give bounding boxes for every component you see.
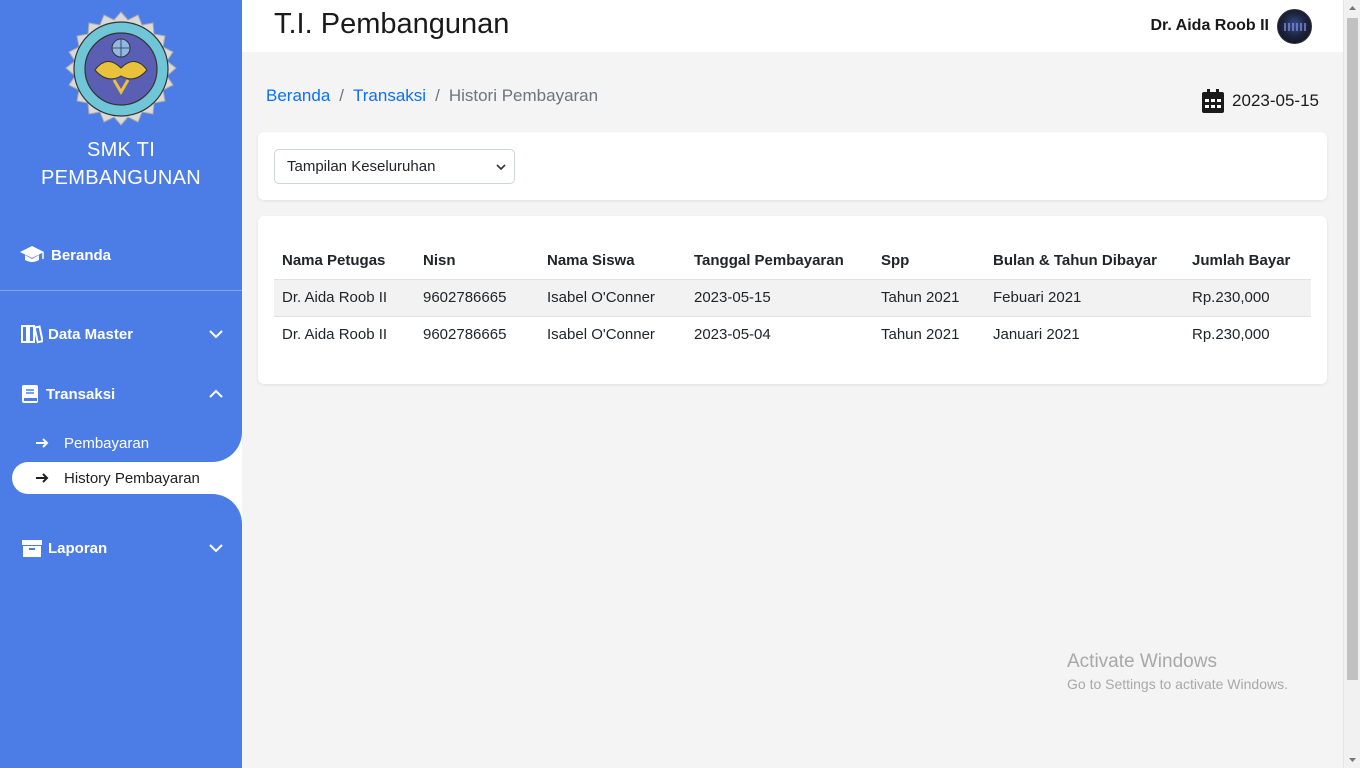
avatar[interactable]	[1277, 9, 1312, 44]
sidebar-item-data-master[interactable]: Data Master	[0, 314, 242, 354]
active-tab-curve-bottom	[212, 494, 242, 524]
payment-history-card: Nama Petugas Nisn Nama Siswa Tanggal Pem…	[258, 216, 1327, 384]
table-cell: Tahun 2021	[873, 279, 985, 317]
calendar-icon	[1202, 89, 1225, 113]
sidebar-subitem-pembayaran[interactable]: Pembayaran	[0, 426, 242, 460]
school-name: SMK TI PEMBANGUNAN	[0, 136, 242, 192]
sidebar-item-transaksi[interactable]: Transaksi	[0, 374, 242, 414]
chevron-down-icon	[209, 544, 223, 553]
school-logo	[65, 11, 177, 126]
column-header: Tanggal Pembayaran	[686, 243, 873, 280]
chevron-up-icon	[209, 389, 223, 398]
column-header: Jumlah Bayar	[1184, 243, 1311, 280]
current-date: 2023-05-15	[1202, 89, 1319, 113]
table-cell: Tahun 2021	[881, 326, 960, 344]
scroll-up-arrow-icon[interactable]	[1348, 4, 1357, 13]
arrow-right-icon	[36, 438, 49, 448]
sidebar-item-label: Data Master	[48, 325, 134, 343]
table-row: Dr. Aida Roob II 9602786665 Isabel O'Con…	[274, 316, 1311, 353]
table-cell: Isabel O'Conner	[539, 279, 686, 317]
breadcrumb-separator: /	[339, 86, 345, 105]
table-header-row: Nama Petugas Nisn Nama Siswa Tanggal Pem…	[274, 243, 1311, 280]
column-header: Nama Siswa	[539, 243, 686, 280]
books-icon	[19, 323, 45, 345]
archive-icon	[19, 537, 45, 559]
school-name-line2: PEMBANGUNAN	[41, 167, 201, 189]
active-tab-curve-top	[212, 432, 242, 462]
graduation-cap-icon	[19, 244, 45, 266]
column-header: Nama Petugas	[274, 243, 415, 280]
payment-history-table: Nama Petugas Nisn Nama Siswa Tanggal Pem…	[274, 243, 1311, 353]
scroll-down-arrow-icon[interactable]	[1348, 755, 1357, 764]
chevron-down-icon	[496, 164, 506, 171]
breadcrumb: Beranda / Transaksi / Histori Pembayaran	[266, 86, 598, 106]
sidebar-item-label: Beranda	[51, 246, 112, 264]
table-cell: Febuari 2021	[985, 279, 1184, 317]
activation-watermark-subtitle: Go to Settings to activate Windows.	[1067, 676, 1288, 692]
book-icon	[17, 383, 43, 405]
date-text: 2023-05-15	[1232, 91, 1319, 110]
table-row: Dr. Aida Roob II 9602786665 Isabel O'Con…	[274, 279, 1311, 317]
table-cell: 9602786665	[415, 279, 539, 317]
breadcrumb-separator: /	[435, 86, 440, 105]
vertical-scrollbar[interactable]	[1343, 0, 1360, 768]
chevron-down-icon	[209, 330, 223, 339]
sidebar-subitem-history-pembayaran[interactable]: History Pembayaran	[12, 462, 242, 494]
sidebar-item-label: Transaksi	[46, 385, 116, 403]
sidebar-subitem-label: History Pembayaran	[64, 469, 200, 487]
sidebar: SMK TI PEMBANGUNAN Beranda Data Master T…	[0, 0, 242, 768]
arrow-right-icon	[36, 473, 49, 483]
user-name[interactable]: Dr. Aida Roob II	[1150, 17, 1269, 35]
sidebar-item-label: Laporan	[48, 539, 108, 557]
sidebar-item-beranda[interactable]: Beranda	[0, 235, 242, 275]
table-cell: 9602786665	[423, 326, 507, 344]
sidebar-divider	[0, 290, 242, 291]
table-cell: Dr. Aida Roob II	[282, 326, 388, 344]
breadcrumb-transaksi-link[interactable]: Transaksi	[353, 86, 426, 106]
table-cell: Rp.230,000	[1192, 326, 1270, 344]
column-header: Nisn	[415, 243, 539, 280]
table-cell: Januari 2021	[993, 326, 1080, 344]
sidebar-item-laporan[interactable]: Laporan	[0, 528, 242, 568]
column-header: Bulan & Tahun Dibayar	[985, 243, 1184, 280]
column-header: Spp	[873, 243, 985, 280]
breadcrumb-home-link[interactable]: Beranda	[266, 86, 330, 106]
table-cell: 2023-05-15	[686, 279, 873, 317]
activation-watermark-title: Activate Windows	[1067, 651, 1217, 672]
top-bar: T.I. Pembangunan Dr. Aida Roob II	[242, 0, 1343, 52]
view-filter-select[interactable]: Tampilan Keseluruhan	[274, 149, 515, 184]
school-name-line1: SMK TI	[86, 139, 156, 161]
select-value: Tampilan Keseluruhan	[287, 158, 436, 175]
table-cell: Rp.230,000	[1184, 279, 1311, 317]
table-cell: Isabel O'Conner	[547, 326, 655, 344]
sidebar-subitem-label: Pembayaran	[64, 434, 150, 452]
breadcrumb-current: Histori Pembayaran	[448, 86, 599, 105]
scrollbar-thumb[interactable]	[1347, 18, 1358, 680]
page-title: T.I. Pembangunan	[274, 8, 510, 40]
filter-card: Tampilan Keseluruhan	[258, 132, 1327, 200]
table-cell: 2023-05-04	[694, 326, 771, 344]
table-cell: Dr. Aida Roob II	[274, 279, 415, 317]
